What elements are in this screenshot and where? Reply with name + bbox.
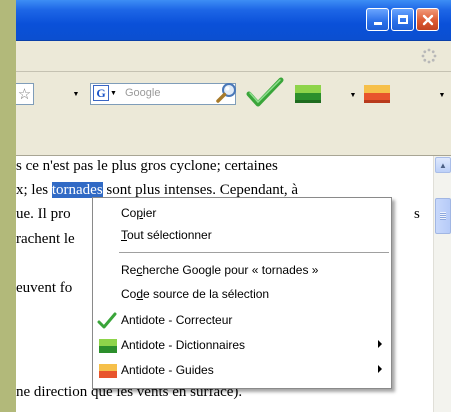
title-bar[interactable]: [16, 0, 451, 41]
throbber-icon: [421, 48, 437, 64]
search-engine-dropdown-icon[interactable]: ▼: [110, 85, 117, 103]
antidote-guide-dropdown[interactable]: ▼: [437, 85, 447, 105]
tab-bar: [16, 124, 451, 156]
text-line: s ce n'est pas le plus gros cyclone; cer…: [16, 158, 278, 174]
menu-item-label: Copier: [121, 206, 157, 220]
antidote-dictionary-icon[interactable]: [293, 83, 323, 105]
menu-item-label: Antidote - Guides: [121, 363, 214, 377]
antidote-dictionary-icon: [99, 339, 117, 353]
maximize-button[interactable]: [391, 8, 414, 31]
url-bar[interactable]: ☆: [16, 83, 34, 105]
text-line: rachent le: [16, 231, 75, 247]
google-icon[interactable]: G: [93, 85, 109, 101]
menu-item-label: Antidote - Dictionnaires: [121, 338, 246, 352]
close-button[interactable]: [416, 8, 439, 31]
scroll-grip: [440, 212, 446, 220]
menu-separator: [119, 252, 389, 253]
chevron-up-icon: ▲: [439, 160, 447, 170]
vertical-scrollbar[interactable]: ▲: [433, 156, 451, 412]
menu-item-select-all[interactable]: Tout sélectionner: [93, 224, 391, 248]
bookmark-star-icon[interactable]: ☆: [18, 85, 31, 103]
text-line: ue. Il pro: [16, 206, 71, 222]
menu-item-antidote-guides[interactable]: Antidote - Guides: [93, 359, 391, 383]
submenu-arrow-icon: [378, 340, 382, 348]
antidote-checkmark-icon[interactable]: [245, 77, 285, 109]
menu-item-view-source[interactable]: Code source de la sélection: [93, 283, 391, 307]
menu-item-antidote-correcteur[interactable]: Antidote - Correcteur: [93, 309, 391, 333]
url-history-dropdown[interactable]: ▼: [71, 84, 81, 104]
selected-text[interactable]: tornades: [51, 182, 103, 198]
menu-bar: [16, 41, 451, 71]
close-icon: [422, 14, 433, 25]
minimize-icon: [373, 22, 382, 25]
menu-item-label: Recherche Google pour « tornades »: [121, 263, 319, 277]
search-magnifier-icon[interactable]: [214, 80, 238, 106]
antidote-guide-icon: [99, 364, 117, 378]
menu-item-label: Tout sélectionner: [121, 228, 212, 242]
text-fragment: x; les: [16, 182, 52, 198]
text-fragment: sont plus intenses. Cependant, à: [102, 182, 299, 198]
background-stripe: [0, 0, 16, 412]
antidote-guide-icon[interactable]: [362, 83, 392, 105]
menu-item-copy[interactable]: Copier: [93, 202, 391, 226]
text-line: euvent fo: [16, 280, 73, 296]
menu-item-label: Code source de la sélection: [121, 287, 270, 301]
menu-item-google-search[interactable]: Recherche Google pour « tornades »: [93, 259, 391, 283]
submenu-arrow-icon: [378, 365, 382, 373]
maximize-icon: [397, 15, 408, 24]
minimize-button[interactable]: [366, 8, 389, 31]
scroll-up-button[interactable]: ▲: [435, 157, 451, 173]
antidote-dictionary-dropdown[interactable]: ▼: [348, 85, 358, 105]
search-input[interactable]: Google: [125, 87, 160, 99]
context-menu: Copier Tout sélectionner Recherche Googl…: [92, 197, 392, 389]
antidote-checkmark-icon: [97, 312, 117, 329]
menu-item-label: Antidote - Correcteur: [121, 313, 233, 327]
scrollbar-thumb[interactable]: [435, 198, 451, 234]
menu-item-antidote-dictionnaires[interactable]: Antidote - Dictionnaires: [93, 334, 391, 358]
text-line: s: [414, 206, 420, 222]
